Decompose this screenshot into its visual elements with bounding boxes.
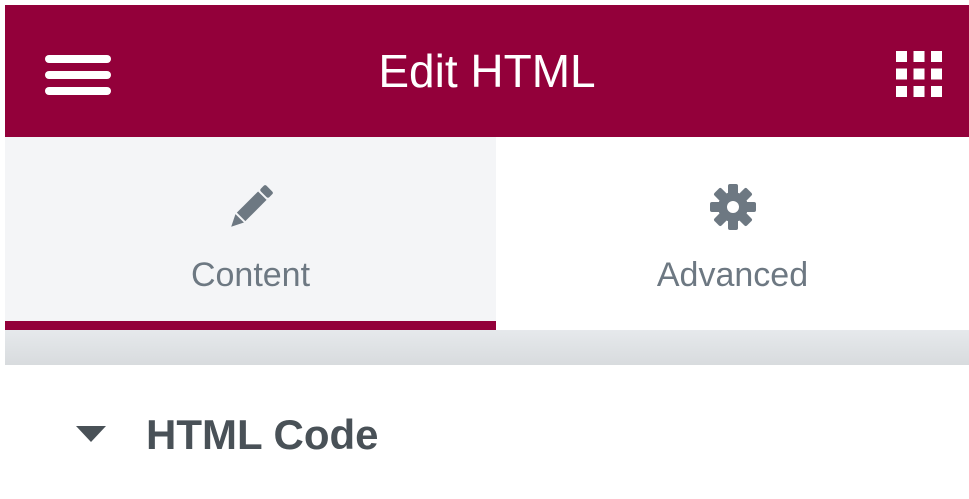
grid-icon[interactable] [894,49,944,99]
caret-down-icon [76,426,106,442]
tab-advanced[interactable]: Advanced [496,137,969,330]
active-tab-indicator [5,321,496,330]
editor-panel: Edit HTML Content Advanced HTML Code [0,0,969,499]
tabs-separator [5,330,969,365]
pencil-icon [230,185,273,227]
gear-icon [709,184,756,230]
section-html-code[interactable]: HTML Code [5,365,969,499]
tab-content-label: Content [190,256,311,294]
panel-title: Edit HTML [378,45,596,97]
tab-advanced-label: Advanced [656,256,809,294]
panel-tabs: Content Advanced [5,137,969,330]
section-title: HTML Code [146,411,379,458]
tab-content[interactable]: Content [5,137,496,330]
panel-header: Edit HTML [5,5,969,137]
